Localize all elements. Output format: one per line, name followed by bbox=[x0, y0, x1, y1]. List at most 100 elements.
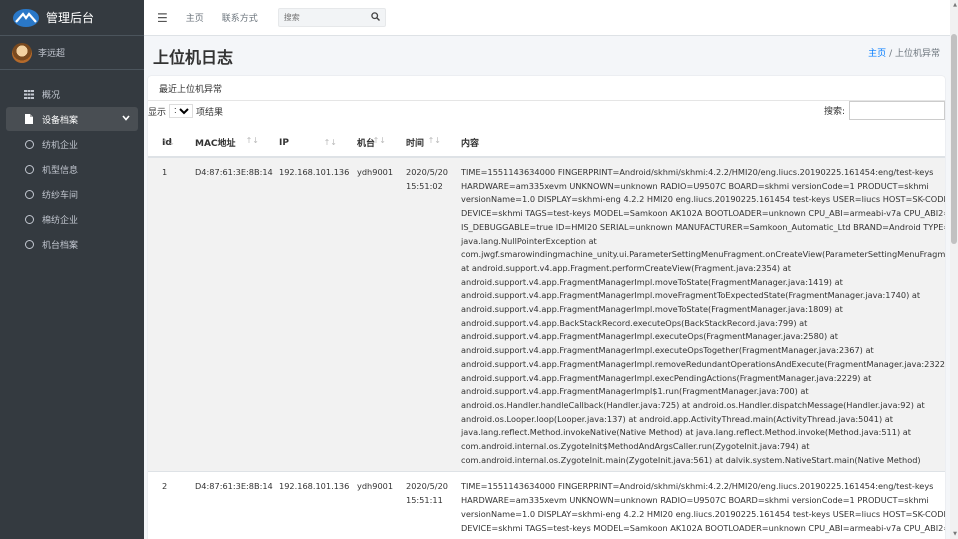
cell-content: TIME=1551143634000 FINGERPRINT=Android/s… bbox=[447, 471, 945, 539]
column-header-time[interactable]: 时间 ↑↓ bbox=[392, 129, 447, 158]
circle-icon bbox=[24, 139, 34, 149]
scroll-down-icon[interactable]: ▼ bbox=[953, 531, 957, 537]
table-search-input[interactable] bbox=[849, 101, 945, 120]
cell-ip: 192.168.101.136 bbox=[265, 157, 349, 473]
log-line: com.android.internal.os.ZygoteInit.main(… bbox=[461, 454, 921, 465]
circle-icon bbox=[24, 214, 34, 224]
cell-mac: D4:87:61:3E:8B:14 bbox=[181, 471, 273, 539]
search-input[interactable] bbox=[283, 13, 364, 22]
show-prefix-label: 显示 bbox=[148, 107, 167, 118]
circle-icon bbox=[24, 189, 34, 199]
page-scrollbar[interactable]: ▲ ▼ bbox=[950, 0, 958, 539]
log-line: android.support.v4.app.BackStackRecord.e… bbox=[461, 317, 808, 328]
sidebar-item-label: 机型信息 bbox=[42, 165, 79, 176]
table-row: 1 D4:87:61:3E:8B:14 192.168.101.136 ydh9… bbox=[148, 157, 945, 473]
sidebar-item-cotton-enterprise[interactable]: 棉纺企业 bbox=[6, 207, 138, 231]
scrollbar-thumb[interactable] bbox=[951, 34, 957, 244]
breadcrumb-separator: / bbox=[889, 49, 893, 59]
log-line: android.os.Looper.loop(Looper.java:137) … bbox=[461, 413, 893, 424]
scroll-up-icon[interactable]: ▲ bbox=[953, 2, 957, 8]
show-suffix-label: 项结果 bbox=[196, 107, 224, 118]
nav-link-home[interactable]: 主页 bbox=[186, 11, 204, 24]
breadcrumb-current: 上位机异常 bbox=[894, 49, 940, 59]
cell-id: 1 bbox=[148, 157, 181, 473]
cell-ip: 192.168.101.136 bbox=[265, 471, 349, 539]
circle-icon bbox=[24, 164, 34, 174]
log-card: 最近上位机异常 显示 10 项结果 搜索: Id ↑↓ MAC地址 ↑↓ IP ↑↓ … bbox=[148, 76, 945, 539]
log-line: IS_DEBUGGABLE=true ID=HMI20 SERIAL=unkno… bbox=[461, 221, 945, 232]
user-panel[interactable]: 李远超 bbox=[0, 36, 144, 70]
cell-machine: ydh9001 bbox=[343, 157, 393, 473]
sidebar-item-label: 机台档案 bbox=[42, 240, 79, 251]
cell-id: 2 bbox=[148, 471, 181, 539]
log-line: java.lang.NullPointerException at bbox=[461, 235, 597, 246]
log-line: com.android.internal.os.ZygoteInit$Metho… bbox=[461, 441, 810, 452]
sort-icon: ↑↓ bbox=[161, 137, 175, 147]
circle-icon bbox=[24, 239, 34, 249]
column-header-ip[interactable]: IP ↑↓ bbox=[265, 129, 343, 158]
sidebar-item-label: 纺纱车间 bbox=[42, 190, 79, 201]
cell-time: 2020/5/20 15:51:11 bbox=[392, 471, 448, 539]
sidebar-item-textile-machine-enterprise[interactable]: 纺机企业 bbox=[6, 132, 138, 156]
menu-toggle-icon[interactable]: ☰ bbox=[157, 11, 168, 25]
nav-link-contact[interactable]: 联系方式 bbox=[222, 11, 258, 24]
log-line: android.support.v4.app.FragmentManagerIm… bbox=[461, 304, 843, 315]
sidebar-nav: 概况 设备档案 纺机企业 机型信息 纺纱车间 棉纺企业 机台档案 bbox=[0, 70, 144, 256]
table-header-row: Id ↑↓ MAC地址 ↑↓ IP ↑↓ 机台 ↑↓ 时间 ↑↓ 内容 bbox=[148, 129, 945, 158]
log-line: android.os.Handler.handleCallback(Handle… bbox=[461, 399, 925, 410]
sidebar-item-machine-model[interactable]: 机型信息 bbox=[6, 157, 138, 181]
log-table: Id ↑↓ MAC地址 ↑↓ IP ↑↓ 机台 ↑↓ 时间 ↑↓ 内容 1 D4:87:6… bbox=[148, 129, 945, 539]
sort-icon: ↑↓ bbox=[245, 136, 259, 145]
breadcrumb-home[interactable]: 主页 bbox=[868, 49, 886, 59]
page-length-select[interactable]: 10 bbox=[169, 104, 194, 118]
sort-icon: ↑↓ bbox=[323, 137, 337, 147]
column-header-machine[interactable]: 机台 ↑↓ bbox=[343, 129, 392, 158]
content-header: 上位机日志 主页 / 上位机异常 bbox=[144, 36, 950, 76]
log-line: at android.support.v4.app.Fragment.perfo… bbox=[461, 262, 791, 273]
sort-icon: ↑↓ bbox=[372, 136, 386, 145]
log-line: java.lang.reflect.Method.invokeNative(Na… bbox=[461, 427, 911, 438]
column-header-id[interactable]: Id ↑↓ bbox=[148, 129, 181, 158]
sort-icon: ↑↓ bbox=[427, 136, 441, 145]
brand-title: 管理后台 bbox=[46, 11, 95, 25]
sidebar-item-device-archive[interactable]: 设备档案 bbox=[6, 107, 138, 131]
avatar bbox=[12, 42, 32, 63]
column-header-mac[interactable]: MAC地址 ↑↓ bbox=[181, 129, 265, 158]
navbar-search bbox=[277, 8, 386, 27]
log-line: android.support.v4.app.FragmentManagerIm… bbox=[461, 331, 839, 342]
file-icon bbox=[22, 114, 36, 124]
cell-machine: ydh9001 bbox=[343, 471, 393, 539]
cell-time: 2020/5/20 15:51:02 bbox=[392, 157, 448, 473]
log-line: android.support.v4.app.FragmentManagerIm… bbox=[461, 386, 809, 397]
sidebar-item-spinning-workshop[interactable]: 纺纱车间 bbox=[6, 182, 138, 206]
sidebar: 管理后台 李远超 概况 设备档案 纺机企业 机型信息 纺纱车间 棉纺企业 机台档… bbox=[0, 0, 144, 539]
search-icon[interactable] bbox=[371, 11, 380, 24]
cell-content: TIME=1551143634000 FINGERPRINT=Android/s… bbox=[447, 157, 945, 473]
table-filter: 搜索: bbox=[824, 101, 945, 120]
user-name: 李远超 bbox=[38, 49, 66, 59]
chevron-down-icon bbox=[122, 114, 130, 124]
table-search-label: 搜索: bbox=[823, 107, 845, 117]
log-line: android.support.v4.app.FragmentManagerIm… bbox=[461, 345, 874, 356]
log-line: DEVICE=skhmi TAGS=test-keys MODEL=Samkoo… bbox=[461, 208, 945, 219]
sidebar-item-overview[interactable]: 概况 bbox=[6, 82, 138, 106]
log-line: DEVICE=skhmi TAGS=test-keys MODEL=Samkoo… bbox=[461, 522, 945, 533]
card-title: 最近上位机异常 bbox=[148, 76, 945, 101]
log-line: versionName=1.0 DISPLAY=skhmi-eng 4.2.2 … bbox=[461, 194, 945, 205]
sidebar-item-label: 概况 bbox=[42, 90, 61, 101]
log-line: TIME=1551143634000 FINGERPRINT=Android/s… bbox=[461, 481, 934, 492]
sidebar-item-label: 棉纺企业 bbox=[42, 215, 79, 226]
sidebar-item-label: 设备档案 bbox=[42, 115, 79, 126]
column-header-content[interactable]: 内容 bbox=[447, 129, 945, 158]
page-length-control: 显示 10 项结果 bbox=[148, 104, 223, 118]
brand-link[interactable]: 管理后台 bbox=[0, 0, 144, 36]
log-line: android.support.v4.app.FragmentManagerIm… bbox=[461, 276, 843, 287]
log-line: HARDWARE=am335xevm UNKNOWN=unknown RADIO… bbox=[461, 495, 929, 506]
log-line: versionName=1.0 DISPLAY=skhmi-eng 4.2.2 … bbox=[461, 508, 945, 519]
sidebar-item-machine-archive[interactable]: 机台档案 bbox=[6, 232, 138, 256]
log-line: android.support.v4.app.FragmentManagerIm… bbox=[461, 372, 872, 383]
log-line: com.jwgf.smarowindingmachine_unity.ui.Pa… bbox=[461, 249, 945, 260]
top-navbar: ☰ 主页 联系方式 bbox=[144, 0, 958, 36]
cell-mac: D4:87:61:3E:8B:14 bbox=[181, 157, 273, 473]
log-line: android.support.v4.app.FragmentManagerIm… bbox=[461, 358, 945, 369]
